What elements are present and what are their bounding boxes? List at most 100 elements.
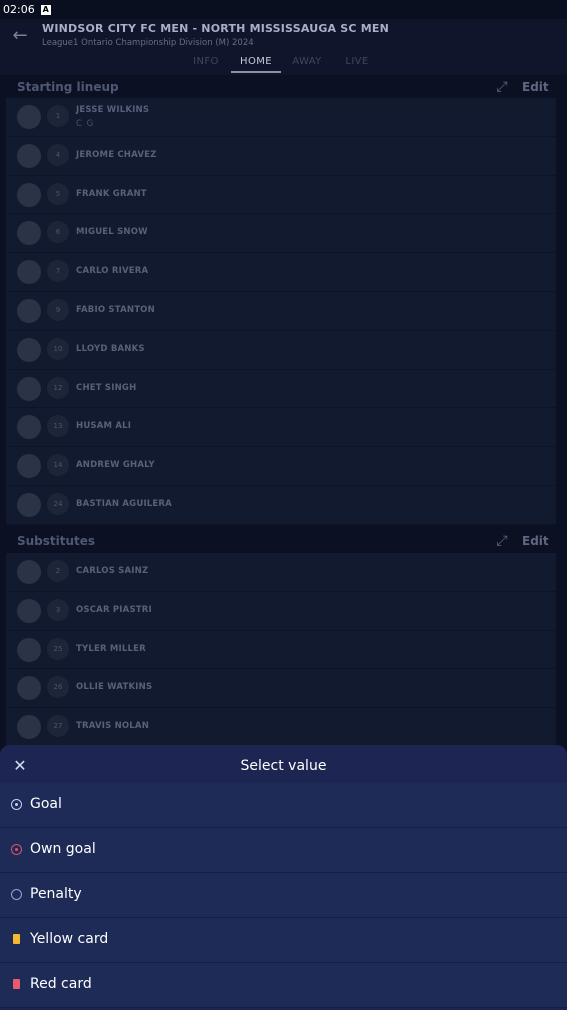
shirt-number: 25 bbox=[47, 637, 69, 660]
shirt-number: 9 bbox=[47, 298, 69, 321]
tab-home[interactable]: HOME bbox=[231, 55, 281, 73]
option-own-goal[interactable]: Own goal bbox=[0, 828, 567, 873]
avatar bbox=[17, 637, 41, 662]
avatar bbox=[17, 260, 41, 285]
notification-badge-icon: A bbox=[40, 4, 51, 15]
player-name: JESSE WILKINS bbox=[76, 105, 150, 115]
match-title: WINDSOR CITY FC MEN - NORTH MISSISSAUGA … bbox=[42, 22, 389, 35]
player-name: TYLER MILLER bbox=[76, 643, 146, 654]
player-name: CHET SINGH bbox=[76, 382, 137, 393]
player-row[interactable]: 4 JEROME CHAVEZ bbox=[6, 137, 556, 176]
player-row[interactable]: 12 CHET SINGH bbox=[6, 370, 556, 409]
option-penalty[interactable]: Penalty bbox=[0, 873, 567, 918]
avatar bbox=[17, 676, 41, 701]
shirt-number: 2 bbox=[47, 560, 69, 582]
player-row[interactable]: 1 JESSE WILKINS C G bbox=[6, 98, 556, 137]
shirt-number: 3 bbox=[47, 598, 69, 621]
player-name: OSCAR PIASTRI bbox=[76, 604, 152, 615]
player-name: CARLOS SAINZ bbox=[76, 566, 149, 576]
player-row[interactable]: 6 MIGUEL SNOW bbox=[6, 214, 556, 254]
avatar bbox=[17, 598, 41, 623]
status-time: 02:06 bbox=[3, 3, 35, 16]
avatar bbox=[17, 182, 41, 207]
option-label: Yellow card bbox=[30, 931, 109, 947]
avatar bbox=[17, 221, 41, 246]
player-row[interactable]: 27 TRAVIS NOLAN bbox=[6, 708, 556, 747]
shirt-number: 7 bbox=[47, 260, 69, 283]
player-row[interactable]: 5 FRANK GRANT bbox=[6, 176, 556, 215]
avatar bbox=[17, 105, 41, 129]
penalty-icon bbox=[11, 889, 22, 900]
player-name: LLOYD BANKS bbox=[76, 343, 145, 354]
soccer-ball-icon bbox=[11, 799, 22, 810]
player-role: C G bbox=[76, 119, 95, 129]
player-name: TRAVIS NOLAN bbox=[76, 721, 150, 732]
substitutes-header: Substitutes ⤢ Edit bbox=[0, 530, 567, 554]
option-goal[interactable]: Goal bbox=[0, 783, 567, 828]
player-name: FABIO STANTON bbox=[76, 304, 155, 315]
player-row[interactable]: 24 BASTIAN AGUILERA bbox=[6, 486, 556, 525]
avatar bbox=[17, 560, 41, 584]
expand-icon[interactable]: ⤢ bbox=[494, 79, 510, 95]
select-value-sheet: ✕ Select value Goal Own goal Penalty Yel… bbox=[0, 745, 567, 1010]
player-name: MIGUEL SNOW bbox=[76, 227, 148, 238]
shirt-number: 5 bbox=[47, 182, 69, 205]
sheet-title: Select value bbox=[240, 758, 327, 774]
back-arrow-icon[interactable]: ← bbox=[10, 26, 30, 46]
avatar bbox=[17, 454, 41, 479]
player-row[interactable]: 14 ANDREW GHALY bbox=[6, 447, 556, 486]
tab-live[interactable]: LIVE bbox=[337, 55, 377, 73]
option-label: Own goal bbox=[30, 841, 96, 857]
player-name: OLLIE WATKINS bbox=[76, 682, 153, 693]
option-label: Red card bbox=[30, 976, 92, 992]
player-name: ANDREW GHALY bbox=[76, 460, 155, 471]
avatar bbox=[17, 298, 41, 323]
match-subtitle: League1 Ontario Championship Division (M… bbox=[42, 38, 254, 48]
shirt-number: 1 bbox=[47, 105, 69, 127]
player-name: HUSAM ALI bbox=[76, 421, 132, 432]
section-title: Starting lineup bbox=[17, 80, 119, 94]
tab-bar: INFO HOME AWAY LIVE bbox=[0, 55, 567, 75]
edit-substitutes-button[interactable]: Edit bbox=[522, 534, 549, 548]
player-row[interactable]: 13 HUSAM ALI bbox=[6, 408, 556, 448]
shirt-number: 6 bbox=[47, 221, 69, 244]
option-red-card[interactable]: Red card bbox=[0, 963, 567, 1008]
shirt-number: 13 bbox=[47, 415, 69, 438]
player-row[interactable]: 7 CARLO RIVERA bbox=[6, 253, 556, 292]
player-row[interactable]: 9 FABIO STANTON bbox=[6, 292, 556, 331]
avatar bbox=[17, 415, 41, 440]
red-card-icon bbox=[13, 979, 20, 989]
option-label: Goal bbox=[30, 796, 62, 812]
avatar bbox=[17, 492, 41, 517]
shirt-number: 24 bbox=[47, 492, 69, 515]
player-name: FRANK GRANT bbox=[76, 188, 147, 199]
shirt-number: 10 bbox=[47, 337, 69, 360]
edit-lineup-button[interactable]: Edit bbox=[522, 80, 549, 94]
option-yellow-card[interactable]: Yellow card bbox=[0, 918, 567, 963]
app-header: ← WINDSOR CITY FC MEN - NORTH MISSISSAUG… bbox=[0, 19, 567, 75]
player-row[interactable]: 10 LLOYD BANKS bbox=[6, 331, 556, 370]
shirt-number: 12 bbox=[47, 376, 69, 399]
player-row[interactable]: 2 CARLOS SAINZ bbox=[6, 553, 556, 592]
player-row[interactable]: 25 TYLER MILLER bbox=[6, 631, 556, 670]
tab-away[interactable]: AWAY bbox=[287, 55, 327, 73]
avatar bbox=[17, 376, 41, 401]
player-name: BASTIAN AGUILERA bbox=[76, 498, 172, 509]
status-bar: 02:06 A bbox=[0, 0, 567, 19]
shirt-number: 27 bbox=[47, 715, 69, 738]
player-name: JEROME CHAVEZ bbox=[76, 149, 157, 160]
sheet-header: ✕ Select value bbox=[0, 745, 567, 783]
yellow-card-icon bbox=[13, 934, 20, 944]
player-row[interactable]: 26 OLLIE WATKINS bbox=[6, 669, 556, 709]
shirt-number: 26 bbox=[47, 676, 69, 699]
expand-icon[interactable]: ⤢ bbox=[494, 533, 510, 549]
tab-info[interactable]: INFO bbox=[187, 55, 225, 73]
player-name: CARLO RIVERA bbox=[76, 266, 149, 277]
section-title: Substitutes bbox=[17, 534, 96, 548]
starting-lineup-list: 1 JESSE WILKINS C G 4 JEROME CHAVEZ 5 FR… bbox=[6, 98, 556, 525]
shirt-number: 4 bbox=[47, 143, 69, 166]
player-row[interactable]: 3 OSCAR PIASTRI bbox=[6, 592, 556, 631]
option-label: Penalty bbox=[30, 886, 82, 902]
own-goal-ball-icon bbox=[11, 844, 22, 855]
avatar bbox=[17, 715, 41, 740]
